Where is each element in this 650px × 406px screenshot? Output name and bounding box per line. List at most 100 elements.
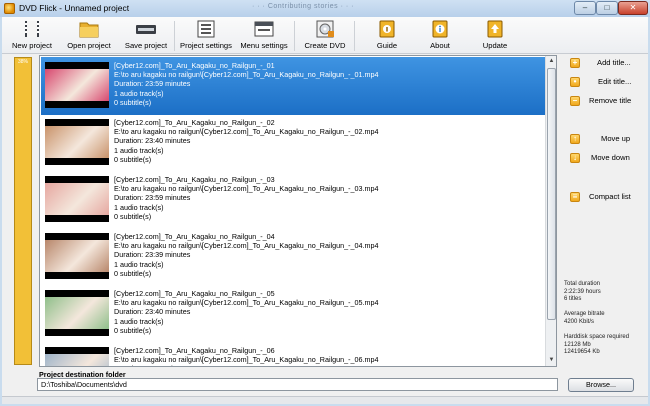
- title-path: E:\to aru kagaku no railgun\[Cyber12.com…: [114, 298, 379, 308]
- about-button[interactable]: About: [424, 19, 456, 53]
- move-up-label: Move up: [601, 134, 631, 143]
- close-button[interactable]: ✕: [618, 1, 648, 15]
- title-path: E:\to aru kagaku no railgun\[Cyber12.com…: [114, 241, 379, 251]
- title-subtitles: 0 subtitle(s): [114, 268, 152, 278]
- thumbnail-image: [45, 126, 109, 158]
- create-dvd-button[interactable]: Create DVD: [302, 19, 348, 53]
- title-bar: DVD Flick - Unnamed project · · · Contri…: [0, 0, 650, 17]
- title-list-item[interactable]: [Cyber12.com]_To_Aru_Kagaku_no_Railgun_-…: [41, 342, 546, 366]
- save-project-button[interactable]: Save project: [122, 19, 170, 53]
- scroll-up-icon[interactable]: ▲: [547, 57, 556, 66]
- title-details: [Cyber12.com]_To_Aru_Kagaku_no_Railgun_-…: [114, 289, 379, 335]
- title-details: [Cyber12.com]_To_Aru_Kagaku_no_Railgun_-…: [114, 175, 379, 221]
- about-icon: [427, 19, 453, 39]
- title-duration: Duration: 23:59 minutes: [114, 79, 191, 89]
- thumbnail-image: [45, 240, 109, 272]
- create-dvd-label: Create DVD: [304, 41, 346, 50]
- title-duration: Duration: 23:40 minutes: [114, 364, 379, 366]
- title-thumbnail: [45, 176, 109, 222]
- guide-button[interactable]: Guide: [370, 19, 404, 53]
- title-thumbnail: [45, 290, 109, 336]
- toolbar-separator: [294, 21, 295, 51]
- project-settings-button[interactable]: Project settings: [178, 19, 234, 53]
- minimize-button[interactable]: –: [574, 1, 596, 15]
- add-title-label: Add title...: [597, 58, 631, 67]
- total-duration-label: Total duration: [564, 281, 601, 287]
- edit-title-label: Edit title...: [598, 77, 632, 86]
- update-label: Update: [482, 41, 508, 50]
- title-audio: 1 audio track(s): [114, 259, 164, 269]
- title-path: E:\to aru kagaku no railgun\[Cyber12.com…: [114, 70, 379, 80]
- title-details: [Cyber12.com]_To_Aru_Kagaku_no_Railgun_-…: [114, 61, 379, 107]
- new-project-icon: [19, 19, 45, 39]
- title-duration: Duration: 23:40 minutes: [114, 136, 191, 146]
- title-audio: 1 audio track(s): [114, 145, 164, 155]
- dvd-flick-app-icon: [4, 3, 15, 14]
- title-details: [Cyber12.com]_To_Aru_Kagaku_no_Railgun_-…: [114, 232, 379, 278]
- browse-button[interactable]: Browse...: [568, 378, 634, 392]
- compact-list-button[interactable]: ≡ Compact list: [570, 191, 636, 205]
- title-subtitles: 0 subtitle(s): [114, 97, 152, 107]
- minus-icon: –: [570, 96, 580, 106]
- title-path: E:\to aru kagaku no railgun\[Cyber12.com…: [114, 184, 379, 194]
- move-up-button[interactable]: ↑ Move up: [570, 133, 636, 147]
- title-name: [Cyber12.com]_To_Aru_Kagaku_no_Railgun_-…: [114, 346, 275, 355]
- move-down-label: Move down: [591, 153, 630, 162]
- disk-space-info: Harddisk space required 12128 Mb 1241965…: [564, 334, 629, 357]
- guide-label: Guide: [376, 41, 398, 50]
- title-thumbnail: [45, 233, 109, 279]
- bitrate-label: Average bitrate: [564, 311, 605, 317]
- title-name: [Cyber12.com]_To_Aru_Kagaku_no_Railgun_-…: [114, 232, 275, 241]
- create-dvd-icon: [312, 19, 338, 39]
- edit-icon: •: [570, 77, 580, 87]
- title-list-item[interactable]: [Cyber12.com]_To_Aru_Kagaku_no_Railgun_-…: [41, 285, 546, 343]
- title-name: [Cyber12.com]_To_Aru_Kagaku_no_Railgun_-…: [114, 118, 275, 127]
- about-label: About: [430, 41, 450, 50]
- add-title-button[interactable]: + Add title...: [570, 57, 636, 71]
- title-name: [Cyber12.com]_To_Aru_Kagaku_no_Railgun_-…: [114, 175, 275, 184]
- title-subtitles: 0 subtitle(s): [114, 154, 152, 164]
- title-list[interactable]: [Cyber12.com]_To_Aru_Kagaku_no_Railgun_-…: [39, 55, 557, 367]
- scroll-down-icon[interactable]: ▼: [547, 356, 556, 365]
- titles-count: 6 titles: [564, 296, 582, 302]
- title-list-item[interactable]: [Cyber12.com]_To_Aru_Kagaku_no_Railgun_-…: [41, 57, 546, 115]
- arrow-up-icon: ↑: [570, 134, 580, 144]
- toolbar-separator: [174, 21, 175, 51]
- title-list-item[interactable]: [Cyber12.com]_To_Aru_Kagaku_no_Railgun_-…: [41, 171, 546, 229]
- open-project-button[interactable]: Open project: [64, 19, 114, 53]
- menu-settings-button[interactable]: Menu settings: [238, 19, 290, 53]
- plus-icon: +: [570, 58, 580, 68]
- maximize-button[interactable]: □: [596, 1, 618, 15]
- vertical-scrollbar[interactable]: ▲ ▼: [545, 56, 556, 366]
- bitrate-value: 4200 Kbit/s: [564, 318, 595, 325]
- destination-folder-input[interactable]: D:\Toshiba\Documents\dvd: [37, 378, 558, 391]
- toolbar-separator: [354, 21, 355, 51]
- title-list-item[interactable]: [Cyber12.com]_To_Aru_Kagaku_no_Railgun_-…: [41, 114, 546, 172]
- title-thumbnail: [45, 119, 109, 165]
- thumbnail-image: [45, 297, 109, 329]
- remove-title-label: Remove title: [589, 96, 632, 105]
- update-button[interactable]: Update: [478, 19, 512, 53]
- title-thumbnail: [45, 62, 109, 108]
- title-list-item[interactable]: [Cyber12.com]_To_Aru_Kagaku_no_Railgun_-…: [41, 228, 546, 286]
- guide-book-icon: [374, 19, 400, 39]
- title-duration: Duration: 23:40 minutes: [114, 307, 191, 317]
- total-duration-info: Total duration 2:22:39 hours 6 titles: [564, 281, 601, 304]
- bitrate-info: Average bitrate 4200 Kbit/s: [564, 311, 605, 326]
- thumbnail-image: [45, 354, 109, 366]
- title-duration: Duration: 23:59 minutes: [114, 193, 191, 203]
- menu-settings-icon: [251, 19, 277, 39]
- move-down-button[interactable]: ↓ Move down: [570, 152, 636, 166]
- remove-title-button[interactable]: – Remove title: [570, 95, 636, 109]
- title-path: E:\to aru kagaku no railgun\[Cyber12.com…: [114, 127, 379, 137]
- save-disc-icon: [133, 19, 159, 39]
- scrollbar-thumb[interactable]: [547, 68, 556, 320]
- title-thumbnail: [45, 347, 109, 366]
- new-project-label: New project: [11, 41, 53, 50]
- compact-list-label: Compact list: [589, 192, 631, 201]
- edit-title-button[interactable]: • Edit title...: [570, 76, 636, 90]
- progress-percent: 38%: [17, 59, 28, 65]
- title-duration: Duration: 23:39 minutes: [114, 250, 191, 260]
- new-project-button[interactable]: New project: [10, 19, 54, 53]
- background-tabs-text: · · · Contributing stories · · ·: [252, 3, 354, 10]
